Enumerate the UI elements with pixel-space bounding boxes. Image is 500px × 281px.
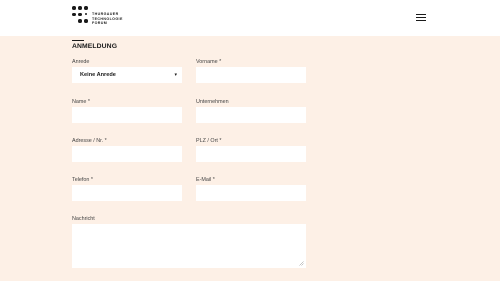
thurgauer-technologie-forum-logo[interactable]: THURGAUER TECHNOLOGIE FORUM: [72, 6, 132, 30]
anrede-label: Anrede: [72, 59, 90, 65]
adresse-input[interactable]: [72, 146, 182, 162]
email-input[interactable]: [196, 185, 306, 201]
chevron-down-icon: ▾: [174, 72, 177, 78]
name-input[interactable]: [72, 107, 182, 123]
logo-dots-icon: [72, 6, 90, 28]
unternehmen-input[interactable]: [196, 107, 306, 123]
vorname-input[interactable]: [196, 67, 306, 83]
section-title-rule: [72, 40, 84, 42]
name-label: Name *: [72, 99, 90, 105]
logo-line-3: FORUM: [92, 21, 108, 26]
resize-grip-icon[interactable]: [299, 261, 304, 266]
adresse-label: Adresse / Nr. *: [72, 138, 107, 144]
plz-ort-label: PLZ / Ort *: [196, 138, 222, 144]
nachricht-textarea[interactable]: [72, 224, 306, 268]
anrede-selected-value: Keine Anrede: [80, 72, 116, 78]
vorname-label: Vorname *: [196, 59, 222, 65]
hamburger-menu-icon[interactable]: [415, 13, 429, 23]
nachricht-label: Nachricht: [72, 216, 95, 222]
unternehmen-label: Unternehmen: [196, 99, 229, 105]
logo-line-1: THURGAUER: [92, 12, 119, 16]
anrede-select[interactable]: Keine Anrede ▾: [72, 67, 182, 83]
section-title: ANMELDUNG: [72, 43, 118, 50]
telefon-label: Telefon *: [72, 177, 93, 183]
plz-ort-input[interactable]: [196, 146, 306, 162]
telefon-input[interactable]: [72, 185, 182, 201]
site-header: THURGAUER TECHNOLOGIE FORUM: [0, 0, 500, 36]
email-label: E-Mail *: [196, 177, 215, 183]
logo-wordmark: THURGAUER TECHNOLOGIE FORUM: [92, 12, 123, 26]
